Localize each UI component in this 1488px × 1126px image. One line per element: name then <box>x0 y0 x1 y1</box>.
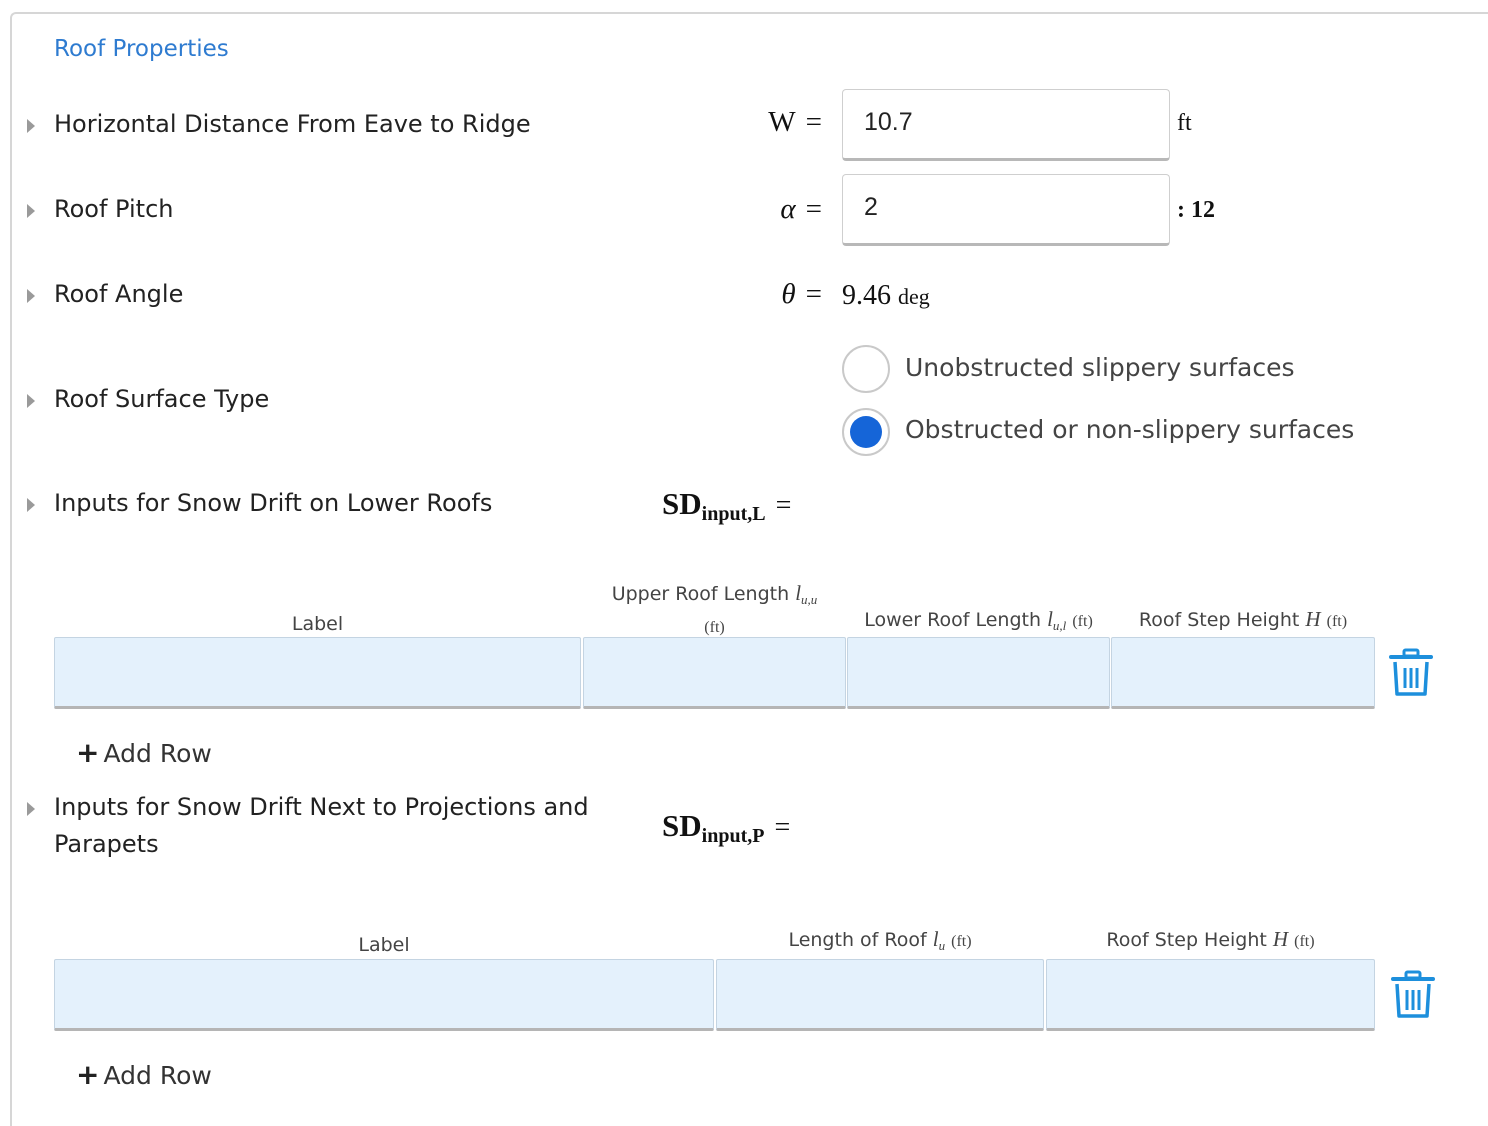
plus-icon: + <box>76 1058 100 1091</box>
roof-pitch-input[interactable]: 2 <box>842 174 1170 246</box>
projections-label-line2: Parapets <box>54 830 159 858</box>
table-cell-upper-roof-length[interactable] <box>583 637 846 709</box>
trash-icon[interactable] <box>1388 648 1434 698</box>
table-cell-label[interactable] <box>54 637 581 709</box>
table-cell-label[interactable] <box>54 959 714 1031</box>
lower-roofs-label: Inputs for Snow Drift on Lower Roofs <box>54 489 493 517</box>
radio-obstructed-label[interactable]: Obstructed or non-slippery surfaces <box>905 415 1354 444</box>
col-header-lower-roof-length: Lower Roof Length lu,l (ft) <box>864 607 1093 633</box>
roof-angle-label: Roof Angle <box>54 280 184 308</box>
roof-angle-value: 9.46 deg <box>842 280 930 311</box>
col-header-upper-roof-length: Upper Roof Length lu,u (ft) <box>611 581 818 636</box>
trash-icon[interactable] <box>1390 970 1436 1020</box>
roof-surface-label: Roof Surface Type <box>54 385 270 413</box>
col-header-roof-step-height: Roof Step Height H (ft) <box>1138 607 1348 631</box>
col-header-label: Label <box>358 934 410 956</box>
eave-to-ridge-input[interactable]: 10.7 <box>842 89 1170 161</box>
radio-obstructed[interactable] <box>842 408 890 456</box>
add-row-button[interactable]: + Add Row <box>76 736 212 769</box>
col-header-roof-step-height: Roof Step Height H (ft) <box>1106 927 1315 951</box>
sd-input-p-symbol: SDinput,P = <box>662 808 791 847</box>
col-header-label: Label <box>291 613 344 635</box>
eave-to-ridge-unit: ft <box>1177 110 1192 136</box>
projections-label-line1: Inputs for Snow Drift Next to Projection… <box>54 793 589 821</box>
w-symbol: W = <box>768 106 822 138</box>
roof-pitch-unit: : 12 <box>1177 197 1215 223</box>
table-cell-lower-roof-length[interactable] <box>847 637 1110 709</box>
caret-right-icon[interactable] <box>27 498 35 512</box>
radio-unobstructed[interactable] <box>842 345 890 393</box>
caret-right-icon[interactable] <box>27 119 35 133</box>
eave-to-ridge-label: Horizontal Distance From Eave to Ridge <box>54 110 531 138</box>
caret-right-icon[interactable] <box>27 289 35 303</box>
table-cell-roof-step-height[interactable] <box>1111 637 1375 709</box>
add-row-button[interactable]: + Add Row <box>76 1058 212 1091</box>
roof-pitch-label: Roof Pitch <box>54 195 174 223</box>
sd-input-l-symbol: SDinput,L = <box>662 486 792 525</box>
radio-unobstructed-label[interactable]: Unobstructed slippery surfaces <box>905 353 1294 382</box>
alpha-symbol: α = <box>780 193 822 225</box>
section-title: Roof Properties <box>54 36 229 62</box>
table-cell-roof-step-height[interactable] <box>1046 959 1375 1031</box>
caret-right-icon[interactable] <box>27 204 35 218</box>
col-header-length-of-roof: Length of Roof lu (ft) <box>788 927 972 953</box>
caret-right-icon[interactable] <box>27 802 35 816</box>
caret-right-icon[interactable] <box>27 394 35 408</box>
theta-symbol: θ = <box>781 278 822 310</box>
table-cell-length-of-roof[interactable] <box>716 959 1044 1031</box>
plus-icon: + <box>76 736 100 769</box>
